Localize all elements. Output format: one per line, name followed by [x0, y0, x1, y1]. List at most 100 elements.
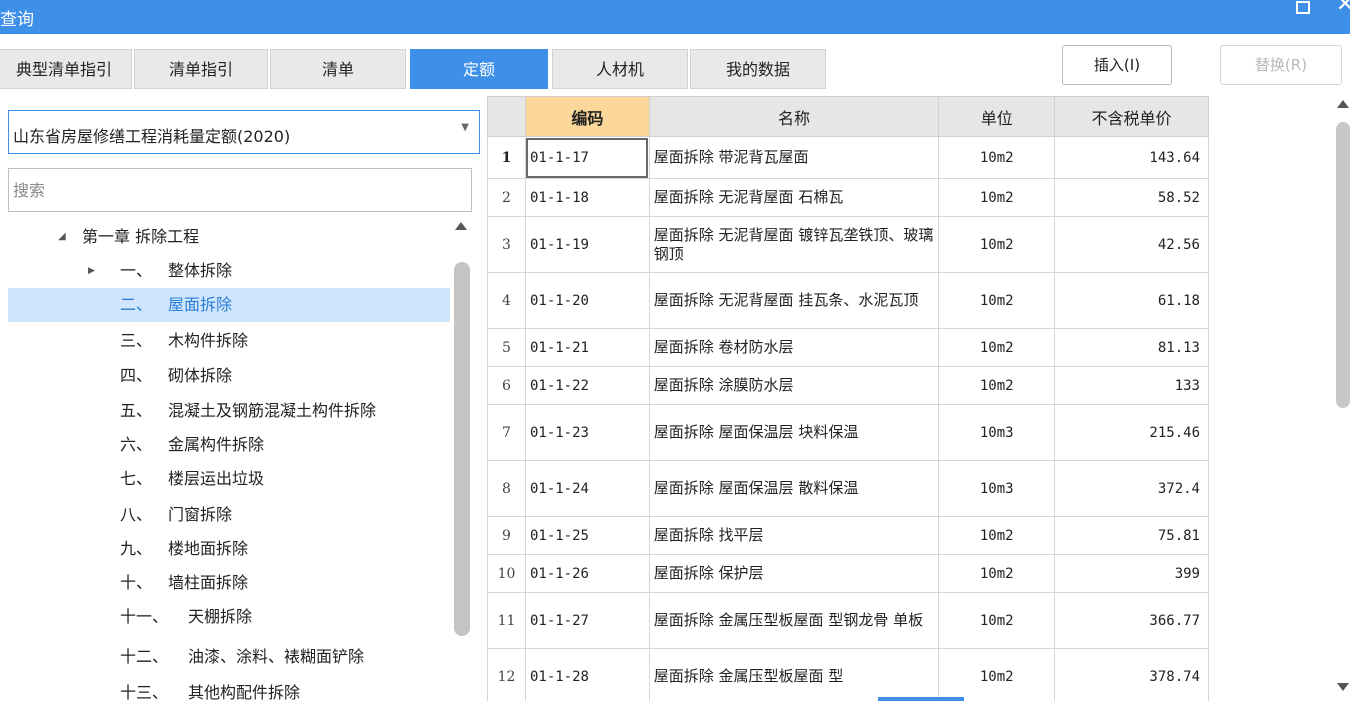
tab-list-guide[interactable]: 清单指引: [134, 49, 268, 89]
tree-chapter-1[interactable]: ◢ 第一章 拆除工程: [8, 220, 450, 254]
tree-item-11[interactable]: 十一、 天棚拆除: [8, 600, 450, 634]
quota-library-select[interactable]: 山东省房屋修缮工程消耗量定额(2020) ▼: [8, 110, 480, 154]
row-unit[interactable]: 10m2: [938, 216, 1056, 273]
row-price[interactable]: 143.64: [1054, 136, 1209, 179]
grid-scrollbar-thumb[interactable]: [1336, 122, 1350, 408]
tab-quota[interactable]: 定额: [410, 49, 548, 89]
scroll-up-arrow-icon[interactable]: [455, 222, 467, 230]
row-price[interactable]: 215.46: [1054, 404, 1209, 461]
table-row[interactable]: 11 01-1-27 屋面拆除 金属压型板屋面 型钢龙骨 单板 10m2 366…: [487, 592, 1209, 649]
header-price[interactable]: 不含税单价: [1054, 96, 1209, 137]
scroll-up-arrow-icon[interactable]: [1337, 100, 1349, 108]
replace-button[interactable]: 替换(R): [1220, 45, 1342, 85]
row-code[interactable]: 01-1-18: [524, 178, 650, 217]
row-name[interactable]: 屋面拆除 保护层: [648, 554, 940, 593]
insert-button[interactable]: 插入(I): [1062, 45, 1172, 85]
row-price[interactable]: 42.56: [1054, 216, 1209, 273]
row-price[interactable]: 61.18: [1054, 272, 1209, 329]
row-unit[interactable]: 10m2: [938, 366, 1056, 405]
row-price[interactable]: 378.74: [1054, 648, 1209, 701]
row-name[interactable]: 屋面拆除 卷材防水层: [648, 328, 940, 367]
row-price[interactable]: 366.77: [1054, 592, 1209, 649]
tree-item-4[interactable]: 四、 砌体拆除: [8, 359, 450, 393]
row-unit[interactable]: 10m2: [938, 592, 1056, 649]
row-name[interactable]: 屋面拆除 无泥背屋面 镀锌瓦垄铁顶、玻璃钢顶: [648, 216, 940, 273]
row-name[interactable]: 屋面拆除 金属压型板屋面 型: [648, 648, 940, 701]
row-name[interactable]: 屋面拆除 带泥背瓦屋面: [648, 136, 940, 179]
row-code[interactable]: 01-1-22: [524, 366, 650, 405]
row-unit[interactable]: 10m2: [938, 648, 1056, 701]
tree-item-9[interactable]: 九、 楼地面拆除: [8, 532, 450, 566]
row-unit[interactable]: 10m3: [938, 404, 1056, 461]
row-price[interactable]: 81.13: [1054, 328, 1209, 367]
row-name[interactable]: 屋面拆除 无泥背屋面 石棉瓦: [648, 178, 940, 217]
tree-item-8[interactable]: 八、 门窗拆除: [8, 498, 450, 532]
table-row[interactable]: 1 01-1-17 屋面拆除 带泥背瓦屋面 10m2 143.64: [487, 136, 1209, 179]
table-row[interactable]: 8 01-1-24 屋面拆除 屋面保温层 散料保温 10m3 372.4: [487, 460, 1209, 517]
tab-labor-material-machine[interactable]: 人材机: [552, 49, 688, 89]
row-name[interactable]: 屋面拆除 金属压型板屋面 型钢龙骨 单板: [648, 592, 940, 649]
row-code[interactable]: 01-1-17: [524, 136, 650, 179]
chevron-down-icon[interactable]: ▼: [461, 122, 469, 133]
tab-typical-list-guide[interactable]: 典型清单指引: [0, 49, 132, 89]
table-row[interactable]: 6 01-1-22 屋面拆除 涂膜防水层 10m2 133: [487, 366, 1209, 405]
row-code[interactable]: 01-1-24: [524, 460, 650, 517]
row-unit[interactable]: 10m2: [938, 136, 1056, 179]
row-code[interactable]: 01-1-27: [524, 592, 650, 649]
table-row[interactable]: 12 01-1-28 屋面拆除 金属压型板屋面 型 10m2 378.74: [487, 648, 1209, 701]
row-name[interactable]: 屋面拆除 找平层: [648, 516, 940, 555]
row-price[interactable]: 75.81: [1054, 516, 1209, 555]
tree-item-10[interactable]: 十、 墙柱面拆除: [8, 566, 450, 600]
row-code[interactable]: 01-1-20: [524, 272, 650, 329]
tab-my-data[interactable]: 我的数据: [690, 49, 826, 89]
table-row[interactable]: 9 01-1-25 屋面拆除 找平层 10m2 75.81: [487, 516, 1209, 555]
row-name[interactable]: 屋面拆除 涂膜防水层: [648, 366, 940, 405]
row-price[interactable]: 399: [1054, 554, 1209, 593]
chapter-tree: ◢ 第一章 拆除工程 ▶ 一、 整体拆除 二、 屋面拆除 三、 木构件拆除 四、…: [0, 218, 450, 701]
header-code[interactable]: 编码: [524, 96, 650, 137]
table-row[interactable]: 10 01-1-26 屋面拆除 保护层 10m2 399: [487, 554, 1209, 593]
row-code[interactable]: 01-1-19: [524, 216, 650, 273]
tree-scrollbar-thumb[interactable]: [454, 262, 470, 636]
row-code[interactable]: 01-1-26: [524, 554, 650, 593]
close-icon[interactable]: ✕: [1336, 0, 1350, 16]
collapse-arrow-icon[interactable]: ◢: [58, 220, 66, 254]
table-row[interactable]: 2 01-1-18 屋面拆除 无泥背屋面 石棉瓦 10m2 58.52: [487, 178, 1209, 217]
row-unit[interactable]: 10m2: [938, 516, 1056, 555]
tree-item-7[interactable]: 七、 楼层运出垃圾: [8, 462, 450, 496]
row-price[interactable]: 133: [1054, 366, 1209, 405]
tree-item-1[interactable]: ▶ 一、 整体拆除: [8, 254, 450, 288]
tree-item-3[interactable]: 三、 木构件拆除: [8, 324, 450, 358]
row-unit[interactable]: 10m2: [938, 272, 1056, 329]
row-name[interactable]: 屋面拆除 屋面保温层 散料保温: [648, 460, 940, 517]
row-price[interactable]: 58.52: [1054, 178, 1209, 217]
row-unit[interactable]: 10m3: [938, 460, 1056, 517]
tree-item-12[interactable]: 十二、 油漆、涂料、裱糊面铲除: [8, 640, 450, 674]
row-name[interactable]: 屋面拆除 屋面保温层 块料保温: [648, 404, 940, 461]
row-code[interactable]: 01-1-23: [524, 404, 650, 461]
expand-arrow-icon[interactable]: ▶: [88, 254, 95, 288]
tree-item-13[interactable]: 十三、 其他构配件拆除: [8, 676, 450, 701]
tree-item-5[interactable]: 五、 混凝土及钢筋混凝土构件拆除: [8, 394, 450, 428]
table-row[interactable]: 5 01-1-21 屋面拆除 卷材防水层 10m2 81.13: [487, 328, 1209, 367]
tree-item-6[interactable]: 六、 金属构件拆除: [8, 428, 450, 462]
row-unit[interactable]: 10m2: [938, 554, 1056, 593]
header-name[interactable]: 名称: [648, 96, 940, 137]
restore-icon[interactable]: [1296, 1, 1310, 14]
row-code[interactable]: 01-1-25: [524, 516, 650, 555]
tree-item-2[interactable]: 二、 屋面拆除: [8, 288, 450, 322]
row-name[interactable]: 屋面拆除 无泥背屋面 挂瓦条、水泥瓦顶: [648, 272, 940, 329]
row-code[interactable]: 01-1-21: [524, 328, 650, 367]
row-code[interactable]: 01-1-28: [524, 648, 650, 701]
header-unit[interactable]: 单位: [938, 96, 1056, 137]
row-unit[interactable]: 10m2: [938, 178, 1056, 217]
tab-list[interactable]: 清单: [270, 49, 406, 89]
table-row[interactable]: 3 01-1-19 屋面拆除 无泥背屋面 镀锌瓦垄铁顶、玻璃钢顶 10m2 42…: [487, 216, 1209, 273]
row-unit[interactable]: 10m2: [938, 328, 1056, 367]
scroll-down-arrow-icon[interactable]: [1337, 683, 1349, 691]
horizontal-scrollbar-thumb[interactable]: [878, 697, 964, 701]
search-input[interactable]: [8, 168, 472, 212]
table-row[interactable]: 4 01-1-20 屋面拆除 无泥背屋面 挂瓦条、水泥瓦顶 10m2 61.18: [487, 272, 1209, 329]
table-row[interactable]: 7 01-1-23 屋面拆除 屋面保温层 块料保温 10m3 215.46: [487, 404, 1209, 461]
row-price[interactable]: 372.4: [1054, 460, 1209, 517]
